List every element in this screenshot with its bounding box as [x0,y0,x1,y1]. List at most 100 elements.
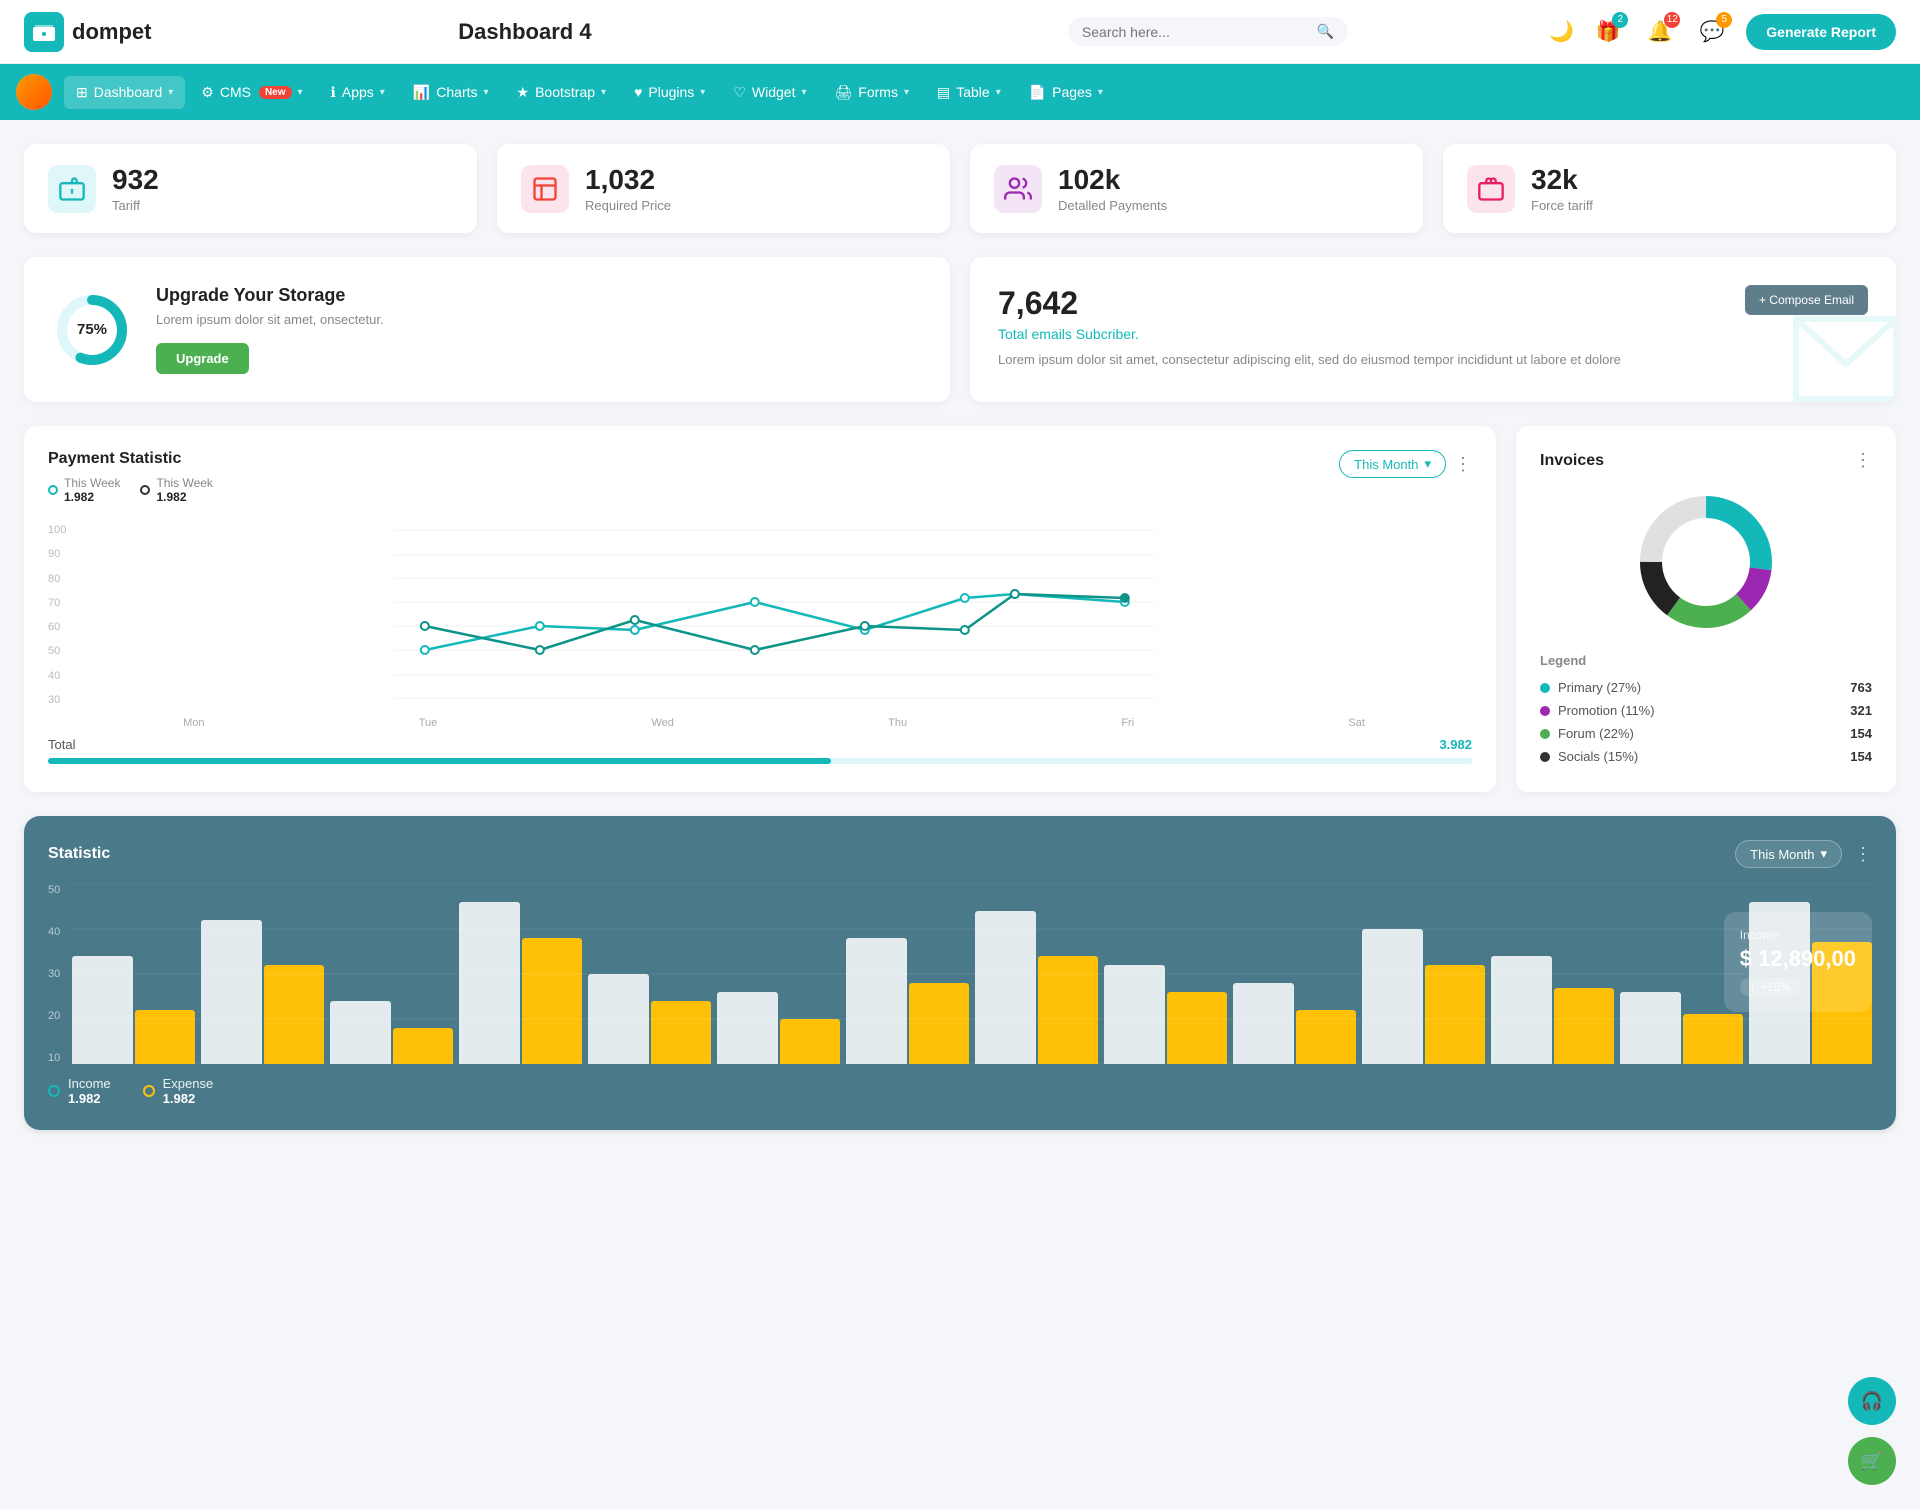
statistic-more-button[interactable]: ⋮ [1854,844,1872,865]
income-label: Income [68,1076,111,1091]
income-card-label: Income [1740,928,1856,942]
progress-bar [48,758,1472,764]
forms-icon: 🖨 [835,84,853,101]
income-badge-text: +15% [1760,980,1791,994]
total-label: Total [48,737,75,752]
invoices-more-button[interactable]: ⋮ [1854,450,1872,471]
legend-label-promotion: Promotion (11%) [1558,703,1850,718]
bar-yellow [1167,992,1228,1064]
force-tariff-icon [1467,165,1515,213]
bootstrap-icon: ★ [517,84,530,101]
stat-card-detailed-payments: 102k Detalled Payments [970,144,1423,233]
x-label-fri: Fri [1121,717,1134,729]
force-tariff-info: 32k Force tariff [1531,164,1593,213]
nav-item-dashboard[interactable]: ⊞ Dashboard ▾ [64,76,185,109]
nav-label-plugins: Plugins [648,84,694,100]
progress-fill [48,758,831,764]
nav-item-pages[interactable]: 📄 Pages ▾ [1017,76,1115,109]
statistic-month-button[interactable]: This Month ▾ [1735,840,1842,868]
cart-fab[interactable]: 🛒 [1848,1437,1896,1485]
bar-white [72,956,133,1064]
nav-item-charts[interactable]: 📊 Charts ▾ [401,76,501,109]
payment-header: Payment Statistic This Week 1.982 [48,450,1472,504]
payment-title: Payment Statistic [48,450,213,468]
y-80: 80 [48,573,66,585]
x-label-mon: Mon [183,717,204,729]
email-subtitle: Total emails Subcriber. [998,326,1139,342]
y-60: 60 [48,621,66,633]
detailed-payments-number: 102k [1058,164,1167,196]
email-bg-icon [1786,309,1896,402]
nav-item-bootstrap[interactable]: ★ Bootstrap ▾ [505,76,619,109]
bar-group [459,884,582,1064]
nav-item-table[interactable]: ▤ Table ▾ [925,76,1013,109]
payment-statistic-card: Payment Statistic This Week 1.982 [24,426,1496,792]
month-btn-label: This Month [1354,457,1418,472]
search-input[interactable] [1082,24,1317,40]
bell-btn[interactable]: 🔔 12 [1642,14,1678,50]
week-legend: This Week 1.982 This Week 1.982 [48,476,213,504]
stat-cards-row: 932 Tariff 1,032 Required Price 102k Det… [24,144,1896,233]
bar-white [459,902,520,1064]
invoices-title: Invoices [1540,452,1604,470]
bar-yellow [1038,956,1099,1064]
support-fab[interactable]: 🎧 [1848,1377,1896,1425]
tariff-label: Tariff [112,198,159,213]
legend-1-val: 1.982 [64,490,120,504]
storage-desc: Lorem ipsum dolor sit amet, onsectetur. [156,312,384,327]
cms-badge: New [259,86,292,99]
required-price-number: 1,032 [585,164,671,196]
legend-forum: Forum (22%) 154 [1540,722,1872,745]
chevron-down-icon-plugins: ▾ [700,87,705,98]
income-card-badge: ↑ +15% [1740,978,1801,996]
nav-item-apps[interactable]: ℹ Apps ▾ [319,76,397,109]
nav-label-charts: Charts [436,84,477,100]
nav-item-plugins[interactable]: ♥ Plugins ▾ [622,76,717,108]
nav-label-forms: Forms [858,84,898,100]
search-wrap[interactable]: 🔍 [1068,17,1348,46]
x-label-sat: Sat [1348,717,1365,729]
x-label-tue: Tue [419,717,438,729]
legend-count-promotion: 321 [1850,703,1872,718]
gift-btn[interactable]: 🎁 2 [1590,14,1626,50]
bar-yellow [909,983,970,1064]
required-price-label: Required Price [585,198,671,213]
chat-btn[interactable]: 💬 5 [1694,14,1730,50]
plugins-icon: ♥ [634,84,642,100]
bell-badge: 12 [1664,12,1680,28]
chevron-down-icon: ▾ [168,87,173,98]
invoices-donut-chart [1631,487,1781,637]
legend-item-2: This Week 1.982 [140,476,212,504]
nav-label-apps: Apps [342,84,374,100]
chevron-down-icon-apps: ▾ [380,87,385,98]
tariff-number: 932 [112,164,159,196]
legend-socials: Socials (15%) 154 [1540,745,1872,768]
nav-item-forms[interactable]: 🖨 Forms ▾ [823,76,921,109]
search-icon[interactable]: 🔍 [1316,23,1333,40]
expense-text: Expense 1.982 [163,1076,214,1106]
statistic-title: Statistic [48,845,110,863]
up-arrow-icon: ↑ [1750,980,1756,994]
more-options-button[interactable]: ⋮ [1454,454,1472,475]
y-90: 90 [48,548,66,560]
x-label-wed: Wed [652,717,674,729]
dark-mode-toggle[interactable]: 🌙 [1549,19,1574,44]
generate-report-button[interactable]: Generate Report [1746,14,1896,50]
bar-group [72,884,195,1064]
logo[interactable]: dompet [24,12,151,52]
chevron-down-icon-pages: ▾ [1098,87,1103,98]
required-price-info: 1,032 Required Price [585,164,671,213]
statistic-header: Statistic This Month ▾ ⋮ [48,840,1872,868]
this-month-button[interactable]: This Month ▾ [1339,450,1446,478]
required-price-icon [521,165,569,213]
nav-item-cms[interactable]: ⚙ CMS New ▾ [189,76,314,109]
total-row: Total 3.982 [48,737,1472,752]
widget-icon: ♡ [733,84,746,101]
legend-color-primary [1540,683,1550,693]
fab-area: 🎧 🛒 [1848,1377,1896,1485]
detailed-payments-info: 102k Detalled Payments [1058,164,1167,213]
upgrade-button[interactable]: Upgrade [156,343,249,374]
bar-white [1620,992,1681,1064]
nav-item-widget[interactable]: ♡ Widget ▾ [721,76,818,109]
statistic-month-label: This Month [1750,847,1814,862]
